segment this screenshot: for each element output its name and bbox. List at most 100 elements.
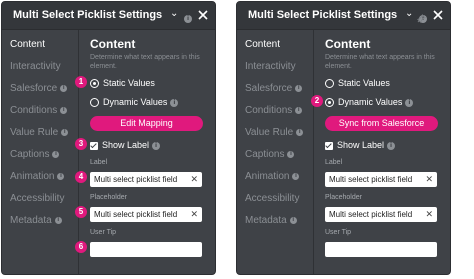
panel-title: Multi Select Picklist Settings: [248, 9, 398, 21]
sidebar-item-accessibility[interactable]: Accessibility: [10, 193, 64, 204]
clear-icon[interactable]: ✕: [425, 207, 433, 222]
info-icon: i: [52, 150, 60, 158]
section-title: Content: [325, 37, 371, 51]
sidebar-item-interactivity[interactable]: Interactivity: [10, 61, 61, 72]
content-section: Content Determine what text appears in t…: [325, 30, 450, 274]
dynamic-values-radio[interactable]: Dynamic Values i: [90, 97, 179, 108]
step-marker: 2: [311, 95, 323, 107]
user-tip-caption: User Tip: [325, 229, 352, 236]
sidebar-item-salesforce[interactable]: Salesforce i: [245, 83, 303, 94]
placeholder-input-value: Multi select picklist field: [94, 210, 178, 219]
radio-label: Dynamic Values: [103, 97, 168, 107]
sidebar-item-metadata[interactable]: Metadata i: [245, 215, 297, 226]
info-icon: i: [54, 216, 62, 224]
close-icon[interactable]: [198, 7, 208, 25]
sidebar-item-label: Interactivity: [10, 61, 61, 72]
close-icon[interactable]: [433, 7, 443, 25]
sidebar-item-label: Accessibility: [10, 193, 65, 204]
sidebar-item-label: Value Rule: [245, 127, 294, 138]
settings-panel-left: Multi Select Picklist Settings ⌄ i Conte…: [1, 1, 216, 275]
content-section: Content Determine what text appears in t…: [90, 30, 215, 274]
info-icon[interactable]: i: [184, 10, 192, 28]
sidebar-item-label: Conditions: [245, 105, 293, 116]
label-input-value: Multi select picklist field: [329, 175, 413, 184]
sidebar-item-animation[interactable]: Animation i: [10, 171, 65, 182]
placeholder-input-value: Multi select picklist field: [329, 210, 413, 219]
user-tip-input[interactable]: [90, 242, 202, 257]
radio-unselected-icon[interactable]: [90, 98, 99, 108]
sidebar-item-conditions[interactable]: Conditions i: [10, 105, 68, 116]
checkbox-checked-icon[interactable]: [325, 141, 333, 150]
user-tip-caption: User Tip: [90, 229, 117, 236]
info-icon: i: [387, 141, 396, 150]
step-marker: 4: [75, 171, 87, 183]
sidebar-item-label: Metadata: [10, 215, 52, 226]
checkbox-checked-icon[interactable]: [90, 141, 98, 150]
info-icon: i: [60, 84, 68, 92]
sidebar-item-label: Captions: [245, 149, 285, 160]
checkbox-label: Show Label: [102, 140, 150, 150]
sidebar-item-captions[interactable]: Captions i: [245, 149, 295, 160]
sidebar-item-label: Metadata: [245, 215, 287, 226]
step-marker: 6: [75, 241, 87, 253]
label-caption: Label: [325, 159, 343, 166]
section-title: Content: [90, 37, 136, 51]
info-icon: i: [405, 98, 414, 107]
radio-label: Static Values: [103, 78, 155, 88]
sidebar: Content Interactivity Salesforce i Condit…: [2, 30, 79, 274]
section-description: Determine what text appears in this elem…: [90, 54, 200, 70]
placeholder-input[interactable]: Multi select picklist field ✕: [90, 207, 202, 222]
chevron-down-icon[interactable]: ⌄: [405, 8, 413, 19]
clear-icon[interactable]: ✕: [190, 207, 198, 222]
sidebar-item-metadata[interactable]: Metadata i: [10, 215, 62, 226]
chevron-down-icon[interactable]: ⌄: [170, 8, 178, 19]
sidebar-item-label: Salesforce: [245, 83, 293, 94]
clear-icon[interactable]: ✕: [425, 172, 433, 187]
info-icon: i: [170, 98, 179, 107]
static-values-radio[interactable]: Static Values: [325, 78, 390, 89]
clear-icon[interactable]: ✕: [190, 172, 198, 187]
show-label-checkbox[interactable]: Show Label i: [325, 140, 396, 150]
panel-header: Multi Select Picklist Settings ⌄ i: [2, 2, 215, 30]
sidebar-item-value-rule[interactable]: Value Rule i: [10, 127, 69, 138]
radio-selected-icon[interactable]: [325, 98, 334, 108]
checkbox-label: Show Label: [337, 140, 385, 150]
static-values-radio[interactable]: Static Values: [90, 78, 155, 89]
step-marker: 1: [75, 76, 87, 88]
step-marker: 5: [75, 206, 87, 218]
radio-unselected-icon[interactable]: [325, 79, 334, 89]
sidebar-item-label: Captions: [10, 149, 50, 160]
info-icon: i: [57, 172, 65, 180]
step-marker: 3: [75, 138, 87, 150]
sidebar-item-captions[interactable]: Captions i: [10, 149, 60, 160]
radio-label: Dynamic Values: [338, 97, 403, 107]
sidebar-item-salesforce[interactable]: Salesforce i: [10, 83, 68, 94]
sync-from-salesforce-button[interactable]: Sync from Salesforce: [325, 116, 438, 131]
sidebar-item-content[interactable]: Content: [10, 39, 45, 50]
sidebar-item-animation[interactable]: Animation i: [245, 171, 300, 182]
sidebar-item-label: Salesforce: [10, 83, 58, 94]
placeholder-input[interactable]: Multi select picklist field ✕: [325, 207, 437, 222]
sidebar-item-label: Content: [245, 39, 281, 50]
label-input[interactable]: Multi select picklist field ✕: [325, 172, 437, 187]
show-label-checkbox[interactable]: Show Label i: [90, 140, 161, 150]
edit-mapping-button[interactable]: Edit Mapping: [90, 116, 203, 131]
label-input-value: Multi select picklist field: [94, 175, 178, 184]
info-icon: i: [292, 172, 300, 180]
placeholder-caption: Placeholder: [90, 194, 127, 201]
pin-icon[interactable]: [417, 10, 426, 28]
label-input[interactable]: Multi select picklist field ✕: [90, 172, 202, 187]
dynamic-values-radio[interactable]: Dynamic Values i: [325, 97, 414, 108]
sidebar-item-content[interactable]: Content: [245, 39, 280, 50]
sidebar-item-label: Accessibility: [245, 193, 300, 204]
user-tip-input[interactable]: [325, 242, 437, 257]
radio-label: Static Values: [338, 78, 390, 88]
sidebar-item-interactivity[interactable]: Interactivity: [245, 61, 296, 72]
sidebar: Content Interactivity Salesforce i Condit…: [237, 30, 314, 274]
info-icon: i: [152, 141, 161, 150]
sidebar-item-label: Animation: [245, 171, 290, 182]
sidebar-item-accessibility[interactable]: Accessibility: [245, 193, 299, 204]
sidebar-item-value-rule[interactable]: Value Rule i: [245, 127, 304, 138]
sidebar-item-conditions[interactable]: Conditions i: [245, 105, 303, 116]
radio-selected-icon[interactable]: [90, 79, 99, 89]
